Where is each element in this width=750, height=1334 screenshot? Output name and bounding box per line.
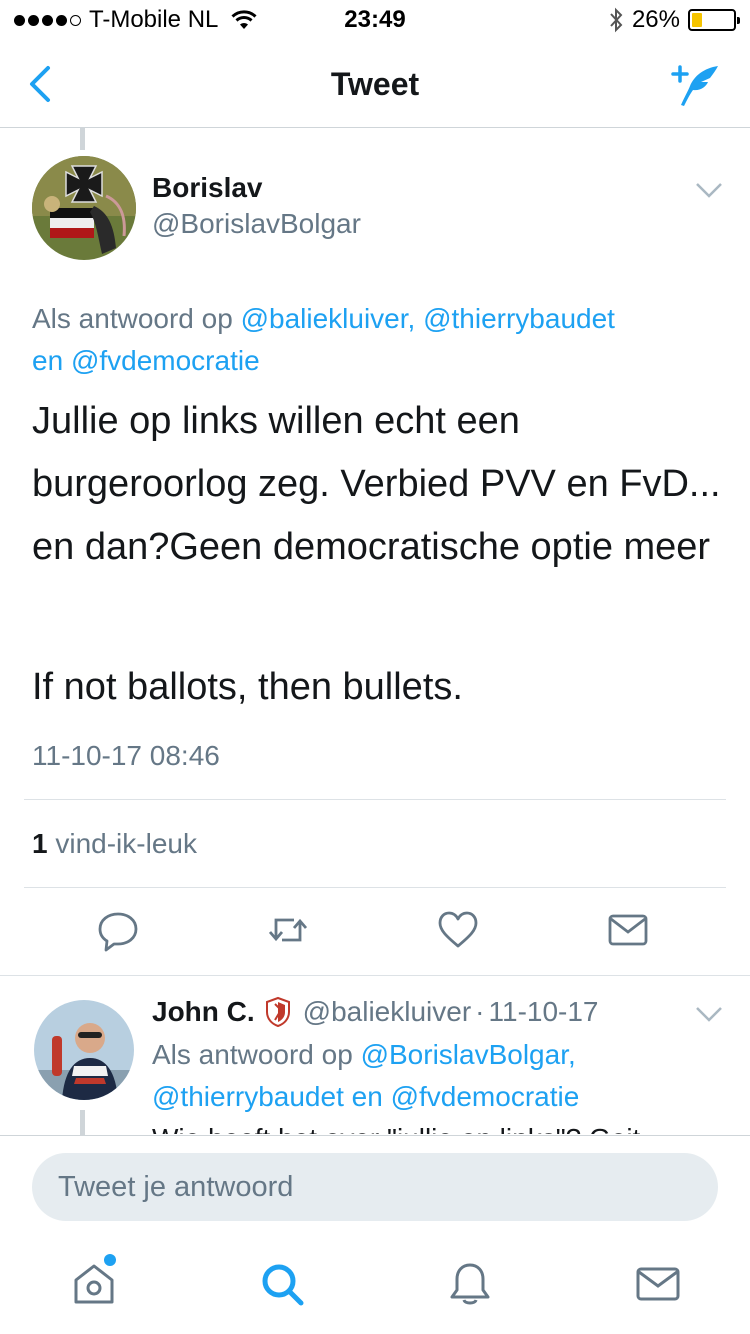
avatar-image: [32, 156, 136, 260]
chevron-down-icon[interactable]: [694, 1004, 724, 1024]
likes-count[interactable]: 1 vind-ik-leuk: [32, 828, 197, 860]
mention-link[interactable]: @baliekluiver, @thierrybaudet: [241, 303, 615, 334]
reply-author-name[interactable]: John C.: [152, 996, 255, 1028]
reply-context: Als antwoord op @baliekluiver, @thierryb…: [32, 298, 732, 382]
thread-connector: [80, 1110, 85, 1136]
likes-label: vind-ik-leuk: [55, 828, 197, 859]
navigation-bar: Tweet: [0, 40, 750, 128]
heart-icon[interactable]: [436, 908, 480, 952]
reply-input[interactable]: [32, 1153, 718, 1221]
reply-icon[interactable]: [96, 908, 140, 952]
mention-conjunction: en: [32, 345, 64, 376]
tweet-body-second-paragraph: If not ballots, then bullets.: [32, 666, 463, 708]
reply-compose-bar: [0, 1135, 750, 1235]
bell-icon[interactable]: [446, 1260, 494, 1308]
battery-level: [692, 13, 703, 27]
mention-link[interactable]: @BorislavBolgar,: [361, 1039, 576, 1070]
author-handle[interactable]: @BorislavBolgar: [152, 208, 361, 240]
battery-icon: [688, 9, 740, 31]
mention-link[interactable]: @fvdemocratie: [391, 1081, 580, 1112]
battery-percentage: 26%: [631, 6, 680, 33]
reply-prefix: Als antwoord op: [32, 303, 233, 334]
reply-body: Wie heeft het over "jullie op links"? Ge…: [152, 1122, 750, 1134]
compose-tweet-icon[interactable]: [670, 58, 722, 110]
chevron-down-icon[interactable]: [694, 180, 724, 200]
author-name[interactable]: Borislav: [152, 172, 263, 204]
status-bar: T-Mobile NL 23:49 26%: [0, 0, 750, 40]
reply-prefix: Als antwoord op: [152, 1039, 353, 1070]
reply-avatar[interactable]: [34, 1000, 134, 1100]
retweet-icon[interactable]: [266, 908, 310, 952]
search-icon[interactable]: [258, 1260, 306, 1308]
mention-link[interactable]: @fvdemocratie: [71, 345, 260, 376]
avatar[interactable]: [32, 156, 136, 260]
tab-bar: [0, 1236, 750, 1334]
page-title: Tweet: [330, 66, 420, 102]
reply-header: John C. @baliekluiver · 11-10-17: [152, 996, 599, 1028]
avatar-image: [34, 1000, 134, 1100]
tweet-body: Jullie op links willen echt een burgeroo…: [32, 400, 721, 568]
tweet-timestamp: 11-10-17 08:46: [32, 740, 220, 771]
thread-connector: [80, 128, 85, 150]
divider: [0, 975, 750, 976]
envelope-icon[interactable]: [634, 1260, 682, 1308]
reply-date: 11-10-17: [488, 996, 599, 1027]
likes-number: 1: [32, 828, 48, 859]
mention-conjunction: en: [351, 1081, 383, 1112]
reply-body-clipped: Wie heeft het over "jullie op links"? Ge…: [152, 1120, 750, 1134]
divider: [24, 887, 726, 888]
mention-link[interactable]: @thierrybaudet: [152, 1081, 344, 1112]
unread-indicator: [104, 1254, 116, 1266]
bluetooth-icon: [610, 7, 623, 33]
reply-context: Als antwoord op @BorislavBolgar, @thierr…: [152, 1034, 712, 1118]
reply-author-handle[interactable]: @baliekluiver: [303, 996, 472, 1028]
shield-icon: [265, 996, 290, 1028]
meta-separator: ·: [475, 996, 485, 1027]
home-icon[interactable]: [70, 1260, 118, 1308]
envelope-icon[interactable]: [606, 908, 650, 952]
divider: [24, 799, 726, 800]
status-right: 26%: [608, 6, 740, 34]
